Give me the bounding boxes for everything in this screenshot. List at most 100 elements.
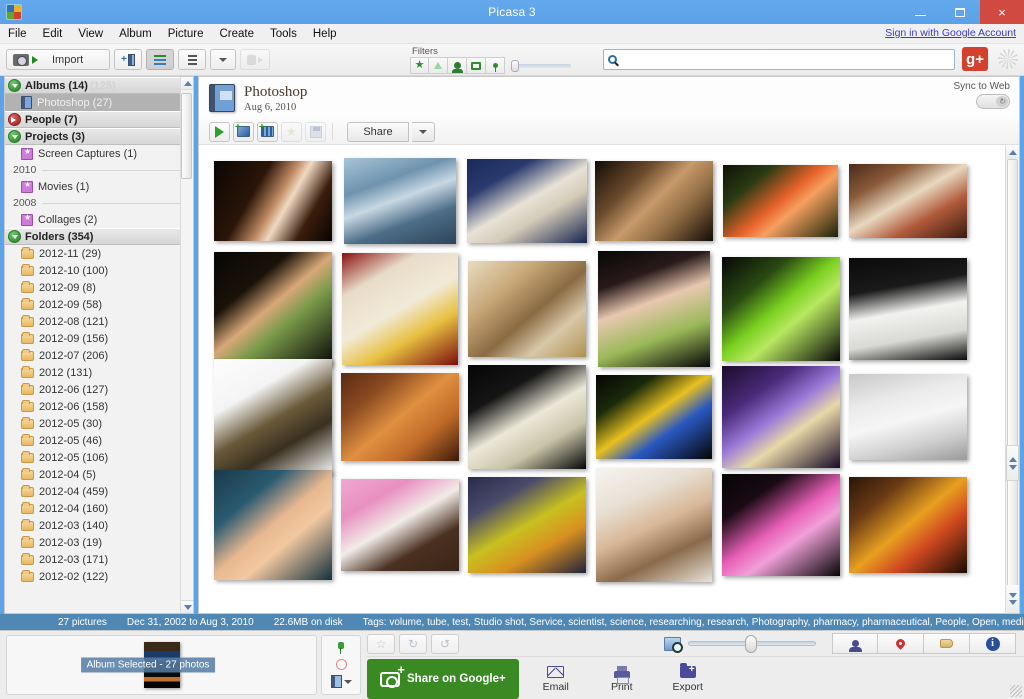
expand-collapse-icon[interactable]	[8, 130, 21, 143]
sidebar-item-folder[interactable]: 2012-08 (121)	[5, 313, 193, 330]
photo-cell[interactable]	[463, 151, 590, 251]
photo-thumbnail[interactable]	[467, 365, 586, 469]
photo-thumbnail[interactable]	[721, 257, 840, 361]
photo-cell[interactable]	[590, 468, 717, 582]
maximize-button[interactable]	[940, 0, 980, 24]
sidebar-item-folder[interactable]: 2012-04 (5)	[5, 466, 193, 483]
sidebar-item-folder[interactable]: 2012-09 (8)	[5, 279, 193, 296]
page-down-icon[interactable]	[1008, 464, 1017, 470]
photo-thumbnail[interactable]	[466, 159, 587, 243]
sidebar-section-folders[interactable]: Folders (354)	[5, 228, 193, 245]
list-view-button[interactable]	[146, 49, 174, 70]
photo-cell[interactable]	[463, 259, 590, 359]
circle-icon[interactable]	[335, 658, 347, 670]
photo-cell[interactable]	[209, 359, 336, 475]
places-view-icon[interactable]	[878, 633, 924, 654]
photo-grid-scrollbar[interactable]	[1005, 145, 1019, 613]
photo-thumbnail[interactable]	[341, 253, 458, 365]
add-to-album-button[interactable]: +	[114, 49, 142, 70]
scroll-up-button[interactable]	[1006, 145, 1019, 159]
sidebar-item-screen-captures[interactable]: Screen Captures (1)	[5, 145, 193, 162]
photo-thumbnail[interactable]	[848, 258, 967, 360]
photo-cell[interactable]	[844, 258, 971, 360]
expand-collapse-icon[interactable]	[8, 230, 21, 243]
share-on-google-plus-button[interactable]: Share on Google+	[367, 659, 519, 699]
back-button[interactable]	[240, 49, 270, 70]
photo-cell[interactable]	[717, 151, 844, 251]
upload-filter-icon[interactable]	[429, 57, 448, 74]
sidebar-item-folder[interactable]: 2012-04 (160)	[5, 500, 193, 517]
sidebar-section-people[interactable]: People (7)	[5, 111, 193, 128]
sidebar-item-folder[interactable]: 2012-04 (459)	[5, 483, 193, 500]
email-button[interactable]: Email	[527, 665, 585, 693]
sidebar-item-folder[interactable]: 2012-06 (127)	[5, 381, 193, 398]
album-dropdown-icon[interactable]	[330, 675, 352, 689]
scroll-down-icon[interactable]	[1008, 593, 1017, 598]
photo-thumbnail[interactable]	[597, 251, 710, 367]
photo-thumbnail[interactable]	[467, 477, 586, 573]
share-button[interactable]: Share	[347, 121, 409, 142]
sidebar-item-folder[interactable]: 2012-03 (171)	[5, 551, 193, 568]
photo-thumbnail[interactable]	[723, 165, 838, 237]
menu-view[interactable]: View	[70, 26, 111, 42]
sidebar-item-folder[interactable]: 2012-03 (19)	[5, 534, 193, 551]
minimize-button[interactable]	[900, 0, 940, 24]
photo-thumbnail[interactable]	[848, 164, 967, 238]
photo-thumbnail[interactable]	[721, 366, 840, 468]
star-filter-icon[interactable]: ★	[410, 57, 429, 74]
menu-edit[interactable]: Edit	[35, 26, 71, 42]
rotate-right-icon[interactable]: ↺	[431, 633, 459, 654]
photo-cell[interactable]	[209, 151, 336, 251]
star-icon[interactable]: ★	[281, 121, 302, 142]
scroll-down-button[interactable]	[181, 600, 193, 613]
photo-thumbnail[interactable]	[340, 373, 459, 461]
photo-tray[interactable]: Album Selected - 27 photos	[6, 635, 317, 695]
photo-thumbnail[interactable]	[721, 474, 840, 576]
page-up-icon[interactable]	[1008, 456, 1017, 462]
photo-cell[interactable]	[590, 151, 717, 251]
search-input[interactable]	[621, 53, 954, 66]
faces-filter-icon[interactable]	[448, 57, 467, 74]
photo-thumbnail[interactable]	[340, 479, 459, 571]
photo-thumbnail[interactable]	[848, 374, 967, 460]
sidebar-item-folder[interactable]: 2012-05 (106)	[5, 449, 193, 466]
add-movie-icon[interactable]	[257, 121, 278, 142]
sidebar-item-folder[interactable]: 2012-05 (46)	[5, 432, 193, 449]
scroll-bottom-buttons[interactable]	[1006, 585, 1019, 613]
photo-thumbnail[interactable]	[595, 375, 712, 459]
photo-cell[interactable]	[717, 257, 844, 361]
info-view-icon[interactable]: i	[970, 633, 1016, 654]
google-plus-button[interactable]: g+	[962, 47, 988, 71]
sync-to-web-toggle[interactable]: ↻	[976, 94, 1010, 109]
photo-thumbnail[interactable]	[213, 161, 332, 241]
photo-thumbnail[interactable]	[467, 261, 586, 357]
menu-album[interactable]: Album	[111, 26, 160, 42]
search-box[interactable]	[603, 49, 955, 70]
sidebar-item-folder[interactable]: 2012-07 (206)	[5, 347, 193, 364]
sidebar-section-projects[interactable]: Projects (3)	[5, 128, 193, 145]
thumbnail-size-slider[interactable]	[688, 635, 816, 653]
add-photo-icon[interactable]	[233, 121, 254, 142]
menu-tools[interactable]: Tools	[262, 26, 305, 42]
expand-collapse-icon[interactable]	[8, 79, 21, 92]
photo-cell[interactable]	[336, 253, 463, 365]
sidebar-scrollbar[interactable]	[180, 77, 193, 613]
photo-thumbnail[interactable]	[213, 470, 332, 580]
scroll-up-button[interactable]	[181, 77, 193, 90]
sidebar-item-photoshop[interactable]: Photoshop (27)	[5, 94, 193, 111]
rotate-left-icon[interactable]: ↻	[399, 633, 427, 654]
sidebar-item-folder[interactable]: 2012-11 (29)	[5, 245, 193, 262]
photo-cell[interactable]	[209, 252, 336, 366]
menu-picture[interactable]: Picture	[160, 26, 212, 42]
scrollbar-thumb[interactable]	[1007, 159, 1018, 613]
sidebar-item-collages[interactable]: Collages (2)	[5, 211, 193, 228]
photo-cell[interactable]	[463, 475, 590, 575]
photo-cell[interactable]	[590, 251, 717, 367]
video-filter-icon[interactable]	[467, 57, 486, 74]
sidebar-section-albums[interactable]: Albums (14) (125)	[5, 77, 193, 94]
photo-cell[interactable]	[463, 365, 590, 469]
sidebar-item-movies[interactable]: Movies (1)	[5, 178, 193, 195]
tree-view-button[interactable]	[178, 49, 206, 70]
sidebar-item-folder[interactable]: 2012-03 (140)	[5, 517, 193, 534]
date-range-slider[interactable]	[511, 59, 571, 72]
